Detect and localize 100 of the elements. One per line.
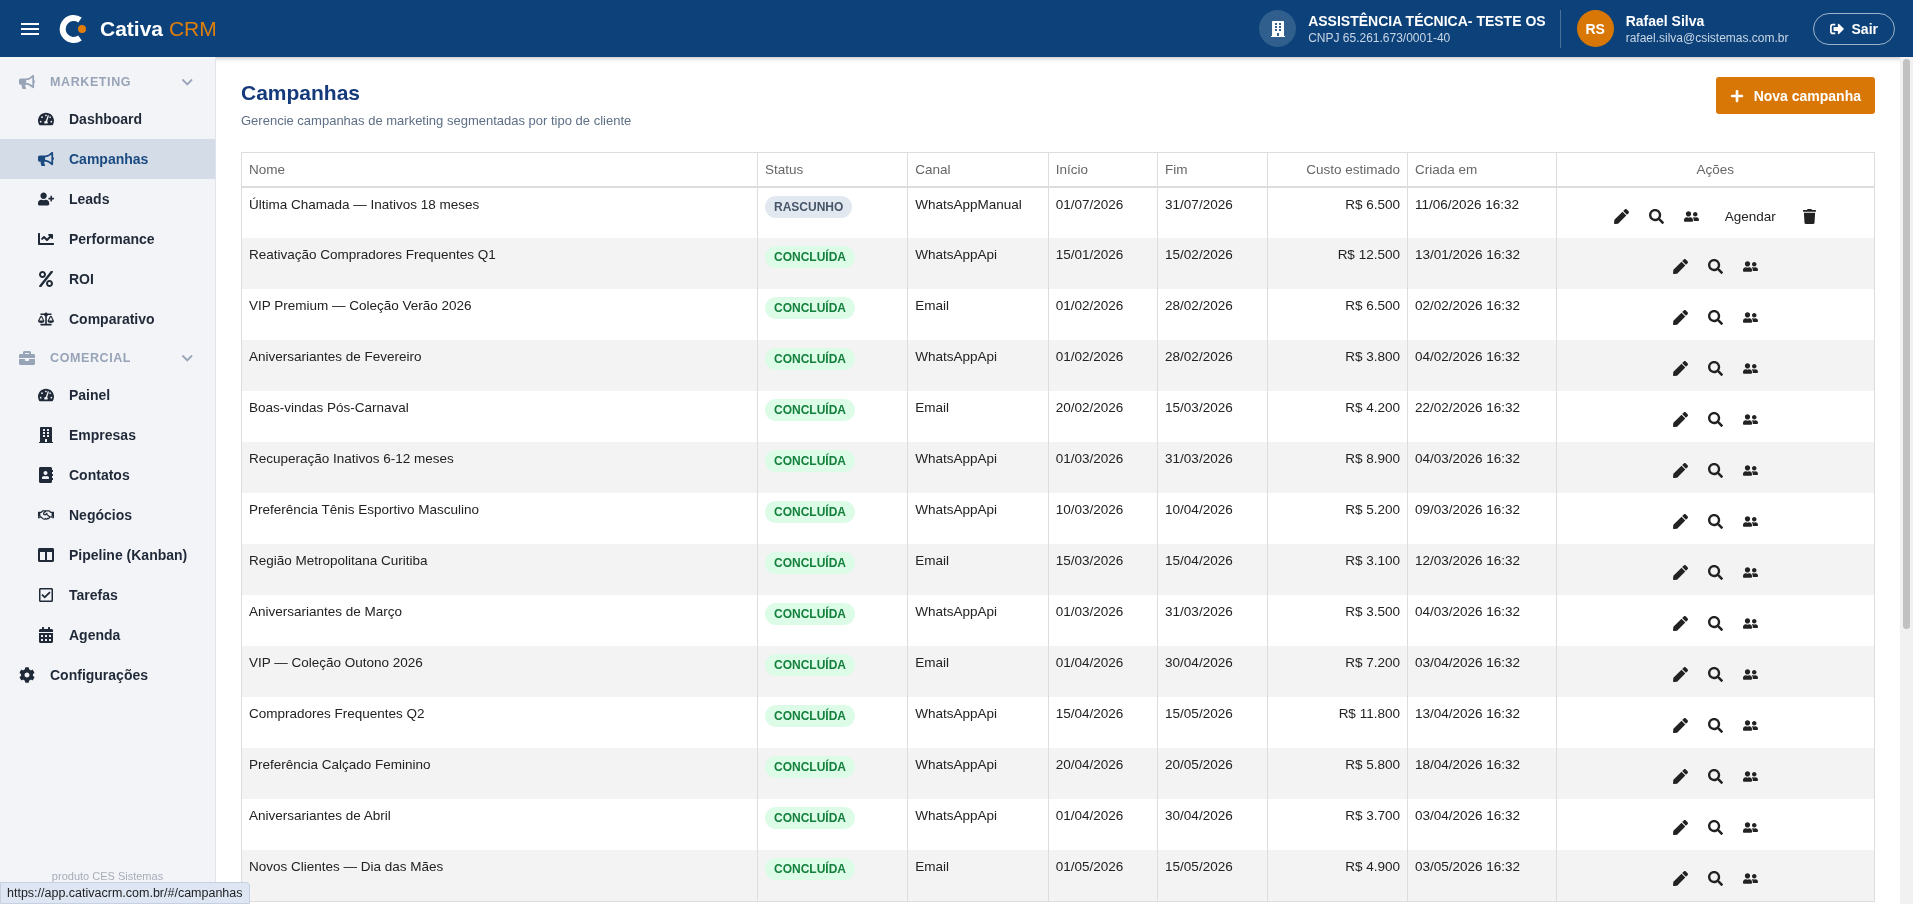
sidebar-item[interactable]: Dashboard [0, 99, 215, 139]
people-icon [1742, 259, 1758, 274]
people-icon [1742, 667, 1758, 682]
search-icon [1707, 259, 1723, 274]
pencil-icon [1672, 820, 1688, 835]
people-icon [1683, 209, 1699, 224]
pencil-icon [1672, 514, 1688, 529]
megaphone-icon [18, 74, 36, 90]
sidebar-item[interactable]: Tarefas [0, 575, 215, 615]
gauge-icon [37, 111, 55, 127]
people-icon [1742, 616, 1758, 631]
logo-icon [58, 13, 88, 44]
pencil-icon [1672, 310, 1688, 325]
people-icon [1742, 565, 1758, 580]
user-email: rafael.silva@csistemas.com.br [1625, 30, 1789, 45]
status-badge: CONCLUÍDA [765, 858, 855, 880]
status-badge: CONCLUÍDA [765, 399, 855, 421]
status-badge: CONCLUÍDA [765, 348, 855, 370]
people-icon [1742, 361, 1758, 376]
pencil-icon [1672, 667, 1688, 682]
pencil-icon [1672, 259, 1688, 274]
status-badge: CONCLUÍDA [765, 552, 855, 574]
footer-text: produto CES Sistemas [50, 870, 165, 882]
search-icon [1707, 412, 1723, 427]
pencil-icon [1672, 361, 1688, 376]
sidebar-item[interactable]: Contatos [0, 455, 215, 495]
briefcase-icon [18, 350, 36, 366]
line-chart-icon [37, 231, 55, 247]
table-cell: R$ 4.900 [1267, 850, 1408, 901]
status-badge: CONCLUÍDA [765, 654, 855, 676]
sidebar-item[interactable]: Configurações [0, 655, 215, 695]
megaphone-icon [37, 151, 55, 167]
columns-icon [37, 547, 55, 563]
settings-icon [18, 667, 36, 683]
table-cell: Email [907, 850, 1049, 901]
sidebar-item[interactable]: Performance [0, 219, 215, 259]
people-icon [1742, 514, 1758, 529]
pencil-icon [1672, 871, 1688, 886]
scrollbar[interactable] [1900, 57, 1913, 904]
percent-icon [37, 271, 55, 287]
sidebar-item[interactable]: Leads [0, 179, 215, 219]
pencil-icon [1672, 769, 1688, 784]
people-icon [1742, 412, 1758, 427]
logout-icon [1829, 21, 1844, 36]
search-icon [1707, 616, 1723, 631]
handshake-icon [37, 507, 55, 523]
pencil-icon [1672, 616, 1688, 631]
sidebar-item[interactable]: Comparativo [0, 299, 215, 339]
company-cnpj: CNPJ 65.261.673/0001-40 [1308, 30, 1452, 45]
status-badge: CONCLUÍDA [765, 450, 855, 472]
search-icon [1707, 718, 1723, 733]
sidebar-item[interactable]: Negócios [0, 495, 215, 535]
building-icon [37, 427, 55, 443]
scales-icon [37, 311, 55, 327]
checkbox-icon [37, 587, 55, 603]
people-icon [1742, 718, 1758, 733]
sidebar-item[interactable]: Campanhas [0, 139, 215, 179]
brand-name: Cativa CRM [100, 16, 217, 41]
gauge-icon [37, 387, 55, 403]
search-icon [1707, 514, 1723, 529]
search-icon [1707, 769, 1723, 784]
user-plus-icon [37, 191, 55, 207]
sidebar-item[interactable]: Pipeline (Kanban) [0, 535, 215, 575]
people-icon [1742, 769, 1758, 784]
company-name: ASSISTÊNCIA TÉCNICA- TESTE OS [1308, 12, 1546, 29]
status-badge: CONCLUÍDA [765, 297, 855, 319]
table-cell: 15/05/2026 [1157, 850, 1267, 901]
pencil-icon [1672, 718, 1688, 733]
sidebar-item[interactable]: Empresas [0, 415, 215, 455]
schedule-button[interactable]: Agendar [1714, 205, 1786, 228]
plus-icon [1729, 88, 1744, 103]
calendar-icon [37, 627, 55, 643]
sidebar-item[interactable]: Painel [0, 375, 215, 415]
status-badge: RASCUNHO [765, 196, 853, 218]
status-url: https://app.cativacrm.com.br/#/campanhas [0, 882, 250, 904]
people-icon [1742, 871, 1758, 886]
user-name: Rafael Silva [1625, 12, 1706, 29]
sidebar-item[interactable]: ROI [0, 259, 215, 299]
trash-icon [1801, 209, 1817, 224]
search-icon [1707, 463, 1723, 478]
sidebar-item[interactable]: Agenda [0, 615, 215, 655]
building-icon [1259, 10, 1297, 47]
page-subtitle: Gerencie campanhas de marketing segmentadas por tipo de cliente [241, 113, 632, 128]
status-badge: CONCLUÍDA [765, 246, 855, 268]
user-avatar: RS [1576, 10, 1614, 47]
search-icon [1707, 871, 1723, 886]
pencil-icon [1613, 209, 1629, 224]
people-icon [1742, 310, 1758, 325]
status-badge: CONCLUÍDA [765, 756, 855, 778]
search-icon [1707, 667, 1723, 682]
status-badge: CONCLUÍDA [765, 603, 855, 625]
status-badge: CONCLUÍDA [765, 705, 855, 727]
pencil-icon [1672, 463, 1688, 478]
search-icon [1707, 361, 1723, 376]
people-icon [1742, 820, 1758, 835]
people-icon [1742, 463, 1758, 478]
page-title: Campanhas [241, 81, 362, 105]
pencil-icon [1672, 412, 1688, 427]
search-icon [1707, 565, 1723, 580]
table-cell: 01/05/2026 [1048, 850, 1158, 901]
